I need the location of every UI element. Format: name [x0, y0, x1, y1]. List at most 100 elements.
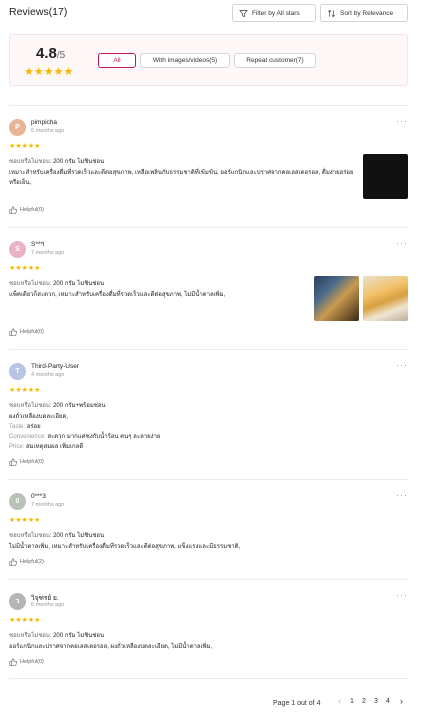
- variant-value: 200 กรัม ไม่ชินช่อน: [53, 281, 105, 287]
- attribute-value: สมเหตุสมผล เพิ่มเกลดี: [26, 444, 84, 450]
- variant-key: ชอบหรือไม่ชอบ:: [9, 403, 52, 409]
- attribute-key: Price:: [9, 444, 25, 450]
- review-stars: ★★★★★: [9, 517, 41, 524]
- review-variant: ชอบหรือไม่ชอบ: 200 กรัม ไม่ชินช่อน: [9, 530, 104, 540]
- helpful-button[interactable]: Helpful(0): [9, 458, 44, 466]
- thumb-up-icon: [9, 206, 17, 214]
- reviews-header: Reviews(17) Filter by All stars Sort by …: [0, 0, 422, 26]
- review-attribute: Taste: อร่อย: [9, 422, 389, 432]
- review-date: 7 months ago: [31, 250, 65, 256]
- review-variant: ชอบหรือไม่ชอบ: 200 กรัม ไม่ชินช่อน: [9, 630, 104, 640]
- variant-key: ชอบหรือไม่ชอบ:: [9, 533, 52, 539]
- chip-all[interactable]: All: [98, 53, 136, 68]
- helpful-button[interactable]: Helpful(0): [9, 658, 44, 666]
- variant-value: 200 กรัม ไม่ชินช่อน: [53, 159, 105, 165]
- avatar: P: [9, 119, 26, 136]
- reviewer-name: 0***3: [31, 493, 46, 500]
- attribute-value: อร่อย: [26, 424, 41, 430]
- review-stars: ★★★★★: [9, 617, 41, 624]
- review-stars: ★★★★★: [9, 387, 41, 394]
- variant-key: ชอบหรือไม่ชอบ:: [9, 159, 52, 165]
- review-variant: ชอบหรือไม่ชอบ: 200 กรัม ไม่ชินช่อน: [9, 156, 104, 166]
- reviewer-name: Third-Party-User: [31, 363, 80, 370]
- avatar: ว: [9, 593, 26, 610]
- thumb-up-icon: [9, 458, 17, 466]
- more-icon[interactable]: ···: [396, 238, 408, 248]
- rating-summary: 4.8/5 ★★★★★ All With images/videos(5) Re…: [9, 34, 408, 86]
- chip-repeat-customer[interactable]: Repeat customer(7): [234, 53, 316, 68]
- review-item: S S***l 7 months ago ··· ★★★★★ ชอบหรือไม…: [9, 227, 408, 349]
- review-item: T Third-Party-User 4 months ago ··· ★★★★…: [9, 349, 408, 479]
- avatar: T: [9, 363, 26, 380]
- review-stars: ★★★★★: [9, 265, 41, 272]
- page-link[interactable]: 4: [386, 698, 390, 705]
- thumb-up-icon: [9, 658, 17, 666]
- reviewer-name: pimpicha: [31, 119, 58, 126]
- avatar: 0: [9, 493, 26, 510]
- variant-key: ชอบหรือไม่ชอบ:: [9, 281, 52, 287]
- attribute-key: Convenience:: [9, 434, 46, 440]
- more-icon[interactable]: ···: [396, 116, 408, 126]
- review-photo[interactable]: [363, 276, 408, 321]
- more-icon[interactable]: ···: [396, 490, 408, 500]
- sort-button[interactable]: Sort by Relevance: [320, 4, 408, 22]
- review-variant: ชอบหรือไม่ชอบ: 200 กรัม ไม่ชินช่อน: [9, 278, 104, 288]
- review-date: 6 months ago: [31, 602, 65, 608]
- helpful-button[interactable]: Helpful(2): [9, 558, 44, 566]
- helpful-button[interactable]: Helpful(0): [9, 328, 44, 336]
- attribute-key: Taste:: [9, 424, 26, 430]
- helpful-label: Helpful(0): [20, 459, 44, 465]
- sort-icon: [328, 9, 335, 17]
- page-link[interactable]: 1: [350, 698, 354, 705]
- review-item: 0 0***3 7 months ago ··· ★★★★★ ชอบหรือไม…: [9, 479, 408, 579]
- review-photo[interactable]: [363, 154, 408, 199]
- variant-value: 200 กรัม+พร้อมช่อน: [53, 403, 106, 409]
- reviewer-name: S***l: [31, 241, 45, 248]
- review-item: P pimpicha 6 months ago ··· ★★★★★ ชอบหรื…: [9, 105, 408, 227]
- more-icon[interactable]: ···: [396, 360, 408, 370]
- sort-label: Sort by Relevance: [340, 9, 394, 17]
- review-text-line: ผงถั่วเหลืองบดละเอียด,: [9, 414, 69, 420]
- score-value: 4.8: [36, 45, 57, 62]
- reviews-title: Reviews(17): [9, 6, 68, 18]
- thumb-up-icon: [9, 328, 17, 336]
- review-date: 4 months ago: [31, 372, 65, 378]
- review-item: ว วิจุฑรย์ ย. 6 months ago ··· ★★★★★ ชอบ…: [9, 579, 408, 679]
- chip-with-images[interactable]: With images/videos(5): [140, 53, 230, 68]
- review-text: แพ็คเดียวก็สะดวก, เหมาะสำหรับเครื่องดื่ม…: [9, 292, 226, 298]
- helpful-label: Helpful(0): [20, 207, 44, 213]
- review-attribute: Price: สมเหตุสมผล เพิ่มเกลดี: [9, 442, 389, 452]
- summary-stars: ★★★★★: [24, 66, 74, 78]
- score-max: /5: [56, 50, 66, 61]
- page-link[interactable]: 2: [362, 698, 366, 705]
- filter-label: Filter by All stars: [252, 9, 300, 17]
- filter-button[interactable]: Filter by All stars: [232, 4, 316, 22]
- review-date: 7 months ago: [31, 502, 65, 508]
- avatar: S: [9, 241, 26, 258]
- thumb-up-icon: [9, 558, 17, 566]
- next-page-button[interactable]: ›: [400, 696, 403, 706]
- pagination-label: Page 1 out of 4: [273, 700, 321, 707]
- review-text: ผงถั่วเหลืองบดละเอียด, Taste: อร่อย Conv…: [9, 412, 389, 452]
- helpful-label: Helpful(0): [20, 659, 44, 665]
- review-variant: ชอบหรือไม่ชอบ: 200 กรัม+พร้อมช่อน: [9, 400, 106, 410]
- helpful-button[interactable]: Helpful(0): [9, 206, 44, 214]
- more-icon[interactable]: ···: [396, 590, 408, 600]
- review-text: ไม่มีน้ำตาลเพิ่ม, เหมาะสำหรับเครื่องดื่ม…: [9, 544, 241, 550]
- filter-icon: [239, 9, 248, 17]
- variant-value: 200 กรัม ไม่ชินช่อน: [53, 633, 105, 639]
- review-photo[interactable]: [314, 276, 359, 321]
- review-text: ออร์แกนิกและปราศจากคอเลสเตอรอล, ผงถั่วเห…: [9, 644, 213, 650]
- variant-value: 200 กรัม ไม่ชินช่อน: [53, 533, 105, 539]
- variant-key: ชอบหรือไม่ชอบ:: [9, 633, 52, 639]
- page-link[interactable]: 3: [374, 698, 378, 705]
- review-text: เหมาะสำหรับเครื่องดื่มที่รวดเร็วและดีต่อ…: [9, 170, 354, 186]
- attribute-value: สะดวก มากแค่ชงกับน้ำร้อน คนๆ ละลายง่าย: [47, 434, 161, 440]
- review-stars: ★★★★★: [9, 143, 41, 150]
- prev-page-button[interactable]: ‹: [338, 696, 341, 706]
- review-date: 6 months ago: [31, 128, 65, 134]
- helpful-label: Helpful(0): [20, 329, 44, 335]
- helpful-label: Helpful(2): [20, 559, 44, 565]
- review-attribute: Convenience: สะดวก มากแค่ชงกับน้ำร้อน คน…: [9, 432, 389, 442]
- average-score: 4.8/5: [36, 45, 65, 62]
